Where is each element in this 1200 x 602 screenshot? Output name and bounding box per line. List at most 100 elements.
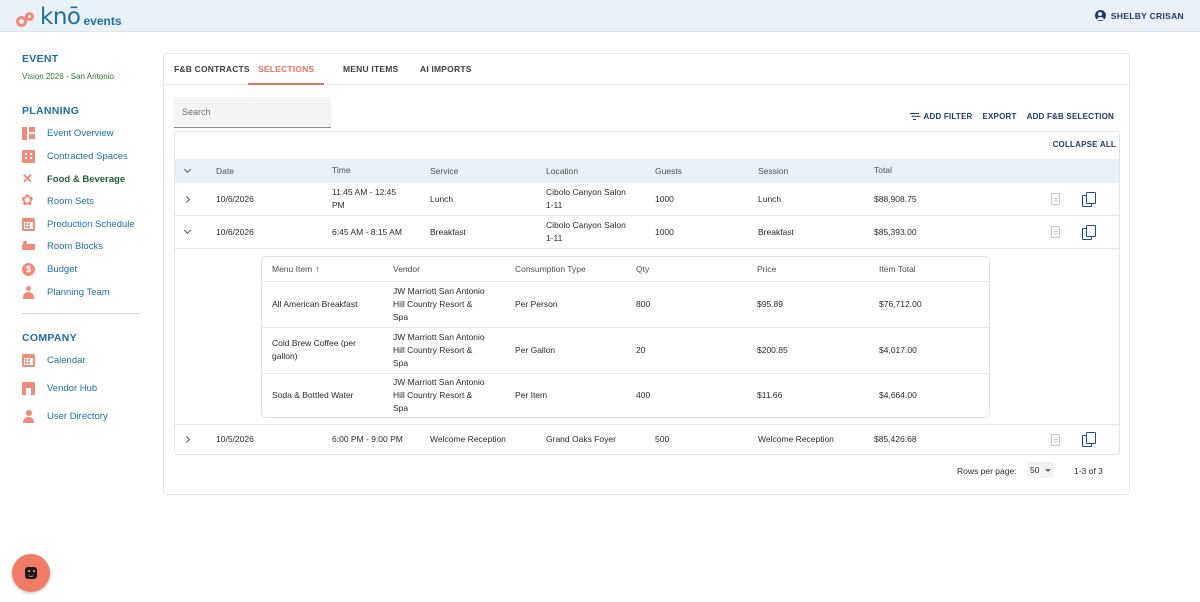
search-input[interactable] [174, 97, 331, 128]
sidebar-item-food-beverage[interactable]: Food & Beverage [22, 171, 152, 187]
menu-item-consumption-type: Per Gallon [515, 345, 556, 355]
column-header-item-total[interactable]: Item Total [879, 263, 916, 276]
menu-item-qty: 400 [636, 390, 651, 400]
row-guests: 500 [655, 434, 670, 444]
menu-item-price: $95.89 [757, 299, 783, 309]
chevron-down-icon[interactable] [183, 228, 191, 236]
menu-item-name-line-2: gallon) [272, 351, 298, 361]
sidebar-item-label: Food & Beverage [47, 173, 126, 185]
bed-icon [22, 240, 35, 253]
store-icon [22, 381, 35, 395]
logo-suffix: events [83, 14, 122, 28]
row-location: Cibolo Canyon Salon [546, 187, 626, 197]
column-header-vendor[interactable]: Vendor [393, 263, 420, 276]
row-location: Grand Oaks Foyer [546, 434, 616, 444]
copy-icon[interactable] [1082, 432, 1096, 447]
column-header-label: Menu Item [272, 264, 313, 274]
rows-per-page-label: Rows per page: [957, 466, 1017, 476]
table-header: Date Time Service Location Guests Sessio… [175, 159, 1119, 183]
collapse-all-button[interactable]: COLLAPSE ALL [1053, 140, 1116, 149]
row-total: $85,426.68 [874, 434, 917, 444]
sidebar-item-label: Planning Team [47, 286, 110, 298]
table-row[interactable]: 10/5/2026 6:00 PM - 9:00 PM Welcome Rece… [175, 425, 1119, 455]
sidebar-item-vendor-hub[interactable]: Vendor Hub [22, 380, 152, 396]
menu-item-vendor: JW Marriott San Antonio [393, 286, 485, 296]
user-menu[interactable]: SHELBY CRISAN [1094, 10, 1184, 21]
event-name[interactable]: Vision 2026 - San Antonio [22, 72, 114, 81]
menu-item-consumption-type: Per Item [515, 390, 548, 400]
row-date: 10/6/2026 [216, 227, 254, 237]
subtable-row[interactable]: Soda & Bottled Water JW Marriott San Ant… [262, 374, 989, 417]
tab-bar: F&B CONTRACTS SELECTIONS MENU ITEMS AI I… [164, 54, 1129, 85]
menu-item-vendor-line-3: Spa [393, 403, 409, 413]
building-icon [22, 149, 35, 163]
account-circle-icon [1094, 10, 1106, 21]
subtable-row[interactable]: Cold Brew Coffee (per gallon) JW Marriot… [262, 328, 989, 374]
document-icon[interactable] [1051, 226, 1060, 238]
export-button[interactable]: EXPORT [982, 112, 1016, 121]
sidebar-item-contracted-spaces[interactable]: Contracted Spaces [22, 148, 152, 164]
sidebar-item-label: Contracted Spaces [47, 150, 128, 162]
column-header-price[interactable]: Price [757, 263, 776, 276]
column-header-guests[interactable]: Guests [655, 165, 682, 178]
table-row[interactable]: 10/6/2026 6:45 AM - 8:15 AM Breakfast Ci… [175, 216, 1119, 249]
tab-ai-imports[interactable]: AI IMPORTS [420, 54, 472, 85]
chevron-right-icon[interactable] [183, 196, 191, 204]
row-location-line-2: 1-11 [546, 233, 563, 243]
row-service: Lunch [430, 194, 454, 204]
filter-icon [909, 113, 919, 120]
tab-menu-items[interactable]: MENU ITEMS [343, 54, 398, 85]
tab-selections[interactable]: SELECTIONS [248, 54, 325, 85]
company-section-title: COMPANY [22, 332, 77, 344]
rows-per-page-select[interactable]: 50 [1027, 462, 1054, 478]
copy-icon[interactable] [1082, 192, 1096, 207]
calendar-icon [22, 217, 35, 231]
add-fb-selection-button[interactable]: ADD F&B SELECTION [1027, 112, 1114, 121]
column-header-time[interactable]: Time [332, 164, 351, 177]
sidebar-item-room-sets[interactable]: Room Sets [21, 192, 152, 210]
room-sets-icon [21, 192, 35, 210]
sidebar-item-planning-team[interactable]: Planning Team [22, 284, 152, 300]
document-icon[interactable] [1051, 434, 1060, 446]
chevron-right-icon[interactable] [183, 436, 191, 444]
column-header-total[interactable]: Total [874, 164, 892, 177]
team-icon [22, 285, 35, 299]
menu-item-price: $11.66 [757, 390, 783, 400]
row-guests: 1000 [655, 227, 674, 237]
chevron-down-icon[interactable] [183, 167, 191, 175]
menu-item-name: Soda & Bottled Water [272, 390, 354, 400]
pagination-range: 1-3 of 3 [1074, 466, 1103, 476]
menu-item-qty: 800 [636, 299, 651, 309]
logo-text: knō [40, 4, 81, 30]
column-header-date[interactable]: Date [216, 165, 234, 178]
sidebar-item-event-overview[interactable]: Event Overview [22, 125, 152, 141]
sidebar-item-label: Event Overview [47, 127, 114, 139]
user-name: SHELBY CRISAN [1110, 10, 1184, 21]
event-section-title: EVENT [22, 53, 59, 65]
column-header-qty[interactable]: Qty [636, 263, 649, 276]
column-header-consumption-type[interactable]: Consumption Type [515, 263, 586, 276]
menu-item-vendor: JW Marriott San Antonio [393, 332, 485, 342]
add-filter-label: ADD FILTER [923, 112, 973, 121]
sidebar-item-room-blocks[interactable]: Room Blocks [22, 238, 152, 254]
column-header-service[interactable]: Service [430, 165, 458, 178]
sidebar-item-production-schedule[interactable]: Production Schedule [22, 216, 152, 232]
table-row[interactable]: 10/6/2026 11:45 AM - 12:45 PM Lunch Cibo… [175, 183, 1119, 216]
tab-fb-contracts[interactable]: F&B CONTRACTS [174, 54, 250, 85]
column-header-location[interactable]: Location [546, 165, 578, 178]
chat-assistant-button[interactable] [12, 554, 50, 592]
menu-item-vendor-line-3: Spa [393, 358, 409, 368]
sidebar-item-calendar[interactable]: Calendar [22, 352, 152, 368]
copy-icon[interactable] [1082, 225, 1096, 240]
column-header-session[interactable]: Session [758, 165, 788, 178]
row-time: 6:00 PM - 9:00 PM [332, 434, 403, 444]
sidebar-item-user-directory[interactable]: User Directory [22, 408, 152, 424]
menu-item-name: All American Breakfast [272, 299, 358, 309]
column-header-menu-item[interactable]: Menu Item ↑ [272, 263, 320, 276]
add-filter-button[interactable]: ADD FILTER [909, 112, 973, 121]
subtable-row[interactable]: All American Breakfast JW Marriott San A… [262, 282, 989, 328]
kno-events-logo[interactable]: knō events [16, 4, 122, 30]
row-total: $85,393.00 [874, 227, 917, 237]
document-icon[interactable] [1051, 193, 1060, 205]
sidebar-item-budget[interactable]: Budget [22, 261, 152, 277]
